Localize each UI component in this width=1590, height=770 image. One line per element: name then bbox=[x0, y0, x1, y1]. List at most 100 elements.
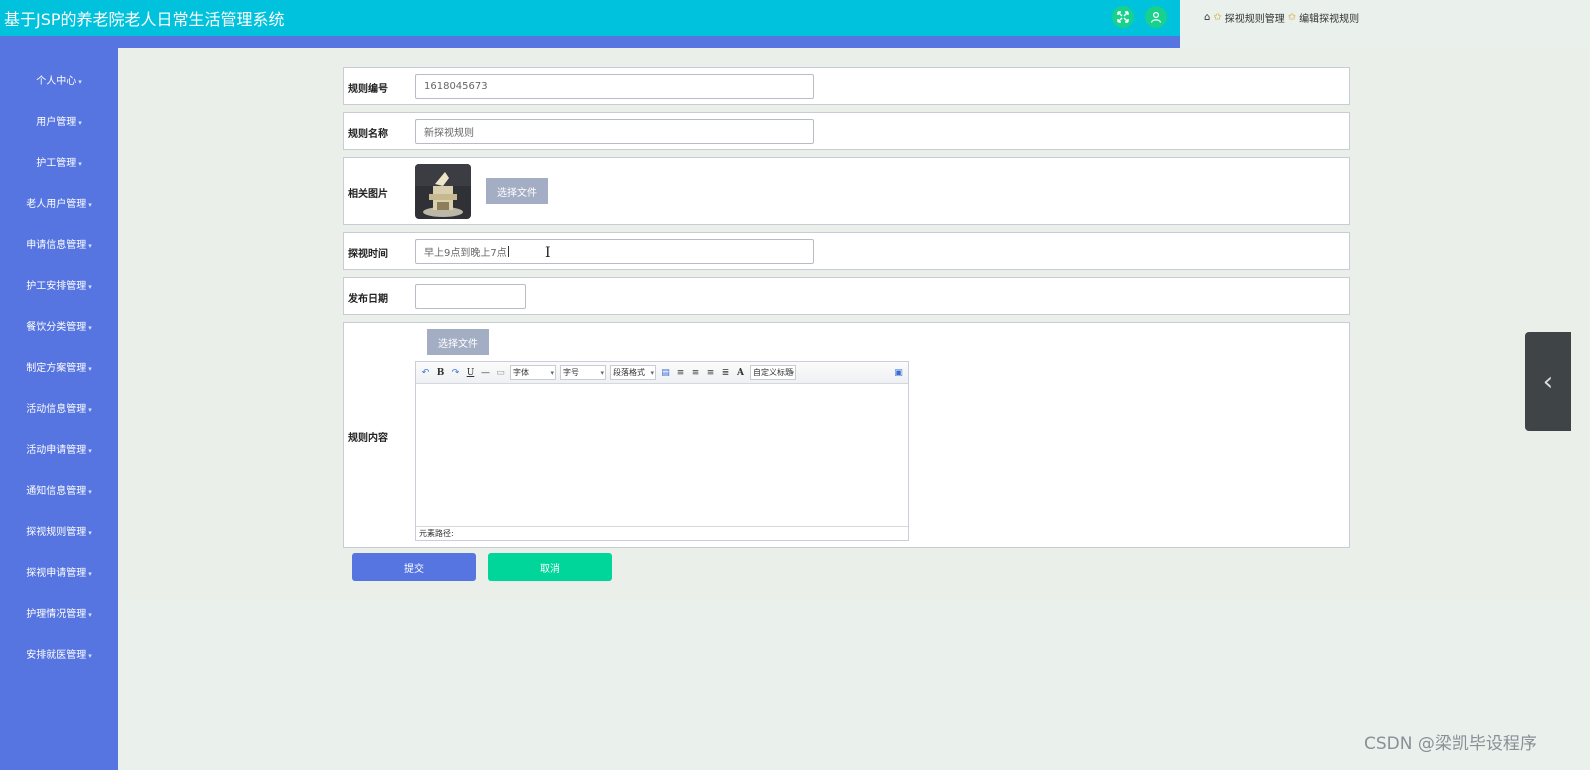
user-icon bbox=[1150, 11, 1162, 23]
breadcrumb-item-2: 编辑探视规则 bbox=[1299, 14, 1360, 25]
form-row-image: 相关图片 选择文件 bbox=[343, 157, 1350, 225]
sidebar-item-application-info[interactable]: 申请信息管理 ▾ bbox=[0, 236, 118, 251]
undo-icon[interactable]: ↶ bbox=[420, 368, 431, 378]
sidebar-item-medical-arrangement[interactable]: 安排就医管理 ▾ bbox=[0, 646, 118, 661]
caret-down-icon: ▾ bbox=[88, 406, 92, 414]
sidebar-item-label: 申请信息管理 bbox=[26, 240, 87, 251]
visit-time-label: 探视时间 bbox=[348, 249, 388, 260]
app-title: 基于JSP的养老院老人日常生活管理系统 bbox=[4, 10, 285, 29]
bold-icon[interactable]: B bbox=[435, 368, 446, 378]
cancel-button[interactable]: 取消 bbox=[488, 553, 612, 581]
top-header: 基于JSP的养老院老人日常生活管理系统 bbox=[0, 0, 1180, 36]
collapse-panel-handle[interactable]: ‹ bbox=[1525, 332, 1571, 431]
underline-icon[interactable]: U bbox=[465, 368, 476, 378]
redo-icon[interactable]: ↷ bbox=[450, 368, 461, 378]
sidebar-item-label: 活动信息管理 bbox=[26, 404, 87, 415]
caret-down-icon: ▾ bbox=[88, 488, 92, 496]
rule-no-label: 规则编号 bbox=[348, 84, 388, 95]
sidebar-item-label: 老人用户管理 bbox=[26, 199, 87, 210]
sidebar-item-visit-rules[interactable]: 探视规则管理 ▾ bbox=[0, 523, 118, 538]
sidebar-item-label: 个人中心 bbox=[36, 76, 77, 87]
home-icon[interactable]: ⌂ bbox=[1204, 12, 1210, 23]
sidebar-item-label: 通知信息管理 bbox=[26, 486, 87, 497]
paste-icon[interactable]: ▭ bbox=[495, 368, 506, 378]
editor-body[interactable] bbox=[416, 384, 908, 524]
visit-time-input[interactable]: 早上9点到晚上7点 bbox=[415, 239, 814, 264]
sidebar-item-elderly-users[interactable]: 老人用户管理 ▾ bbox=[0, 195, 118, 210]
choose-image-button[interactable]: 选择文件 bbox=[486, 178, 548, 204]
align-right-icon[interactable]: ≡ bbox=[705, 368, 716, 378]
sidebar-item-personal-center[interactable]: 个人中心 ▾ bbox=[0, 72, 118, 87]
sidebar-item-label: 安排就医管理 bbox=[26, 650, 87, 661]
sidebar-item-label: 用户管理 bbox=[36, 117, 77, 128]
fullscreen-button[interactable] bbox=[1112, 6, 1134, 28]
caret-down-icon: ▾ bbox=[88, 611, 92, 619]
sidebar-item-nursing-status[interactable]: 护理情况管理 ▾ bbox=[0, 605, 118, 620]
custom-title-value: 自定义标题 bbox=[753, 368, 793, 377]
align-center-icon[interactable]: ≡ bbox=[690, 368, 701, 378]
custom-title-select[interactable]: 自定义标题 bbox=[750, 365, 796, 380]
content-label: 规则内容 bbox=[348, 433, 388, 444]
rule-name-label: 规则名称 bbox=[348, 129, 388, 140]
sidebar-item-activity-info[interactable]: 活动信息管理 ▾ bbox=[0, 400, 118, 415]
caret-down-icon: ▾ bbox=[88, 365, 92, 373]
form-row-visit-time: 探视时间 早上9点到晚上7点 bbox=[343, 232, 1350, 270]
sidebar-item-caregivers[interactable]: 护工管理 ▾ bbox=[0, 154, 118, 169]
font-family-value: 字体 bbox=[513, 368, 529, 377]
star-icon: ✩ bbox=[1287, 11, 1297, 23]
align-left-icon[interactable]: ≡ bbox=[675, 368, 686, 378]
breadcrumb: ⌂ ✩ 探视规则管理 ✩ 编辑探视规则 bbox=[1204, 10, 1359, 25]
sidebar-item-notices[interactable]: 通知信息管理 ▾ bbox=[0, 482, 118, 497]
sidebar-item-label: 探视申请管理 bbox=[26, 568, 87, 579]
caret-down-icon: ▾ bbox=[88, 570, 92, 578]
caret-down-icon: ▾ bbox=[88, 201, 92, 209]
breadcrumb-item-1[interactable]: 探视规则管理 bbox=[1225, 10, 1285, 25]
sidebar-item-activity-application[interactable]: 活动申请管理 ▾ bbox=[0, 441, 118, 456]
form-row-publish-date: 发布日期 bbox=[343, 277, 1350, 315]
caret-down-icon: ▾ bbox=[88, 447, 92, 455]
image-label: 相关图片 bbox=[348, 189, 388, 200]
sidebar-item-meal-category[interactable]: 餐饮分类管理 ▾ bbox=[0, 318, 118, 333]
caret-down-icon: ▾ bbox=[88, 529, 92, 537]
sidebar-item-users[interactable]: 用户管理 ▾ bbox=[0, 113, 118, 128]
sidebar-item-label: 护工安排管理 bbox=[26, 281, 87, 292]
submit-button[interactable]: 提交 bbox=[352, 553, 476, 581]
form-row-content: 规则内容 选择文件 ↶ B ↷ U — ▭ 字体 字号 段落格式 ▤ ≡ ≡ ≡… bbox=[343, 322, 1350, 548]
sidebar-item-label: 活动申请管理 bbox=[26, 445, 87, 456]
choose-file-button[interactable]: 选择文件 bbox=[427, 329, 489, 355]
sidebar-item-plans[interactable]: 制定方案管理 ▾ bbox=[0, 359, 118, 374]
editor-toolbar: ↶ B ↷ U — ▭ 字体 字号 段落格式 ▤ ≡ ≡ ≡ ≣ A 自定义标题… bbox=[416, 362, 908, 384]
font-size-select[interactable]: 字号 bbox=[560, 365, 606, 380]
sidebar-item-caregiver-schedule[interactable]: 护工安排管理 ▾ bbox=[0, 277, 118, 292]
user-button[interactable] bbox=[1145, 6, 1167, 28]
caret-down-icon: ▾ bbox=[88, 652, 92, 660]
caret-down-icon: ▾ bbox=[88, 242, 92, 250]
publish-date-label: 发布日期 bbox=[348, 294, 388, 305]
editor-element-path: 元素路径: bbox=[416, 526, 908, 540]
align-justify-icon[interactable]: ≣ bbox=[720, 368, 731, 378]
text-caret bbox=[507, 246, 509, 257]
horizontal-rule-icon[interactable]: — bbox=[480, 368, 491, 378]
caret-down-icon: ▾ bbox=[78, 78, 82, 86]
font-color-icon[interactable]: A bbox=[735, 368, 746, 378]
paragraph-format-value: 段落格式 bbox=[613, 368, 645, 377]
visit-time-value: 早上9点到晚上7点 bbox=[424, 248, 507, 259]
sidebar-item-label: 制定方案管理 bbox=[26, 363, 87, 374]
fullscreen-editor-icon[interactable]: ▣ bbox=[893, 368, 904, 378]
sidebar-item-visit-applications[interactable]: 探视申请管理 ▾ bbox=[0, 564, 118, 579]
image-thumbnail[interactable] bbox=[415, 164, 471, 219]
star-icon: ✩ bbox=[1213, 11, 1222, 23]
font-family-select[interactable]: 字体 bbox=[510, 365, 556, 380]
rule-no-input[interactable]: 1618045673 bbox=[415, 74, 814, 99]
rule-name-input[interactable]: 新探视规则 bbox=[415, 119, 814, 144]
sidebar-item-label: 护工管理 bbox=[36, 158, 77, 169]
ibeam-cursor-icon: I bbox=[545, 245, 551, 261]
table-icon[interactable]: ▤ bbox=[660, 368, 671, 378]
form-row-rule-no: 规则编号 1618045673 bbox=[343, 67, 1350, 105]
caret-down-icon: ▾ bbox=[88, 283, 92, 291]
publish-date-input[interactable] bbox=[415, 284, 526, 309]
caret-down-icon: ▾ bbox=[78, 160, 82, 168]
rich-text-editor: ↶ B ↷ U — ▭ 字体 字号 段落格式 ▤ ≡ ≡ ≡ ≣ A 自定义标题… bbox=[415, 361, 909, 541]
caret-down-icon: ▾ bbox=[78, 119, 82, 127]
paragraph-format-select[interactable]: 段落格式 bbox=[610, 365, 656, 380]
